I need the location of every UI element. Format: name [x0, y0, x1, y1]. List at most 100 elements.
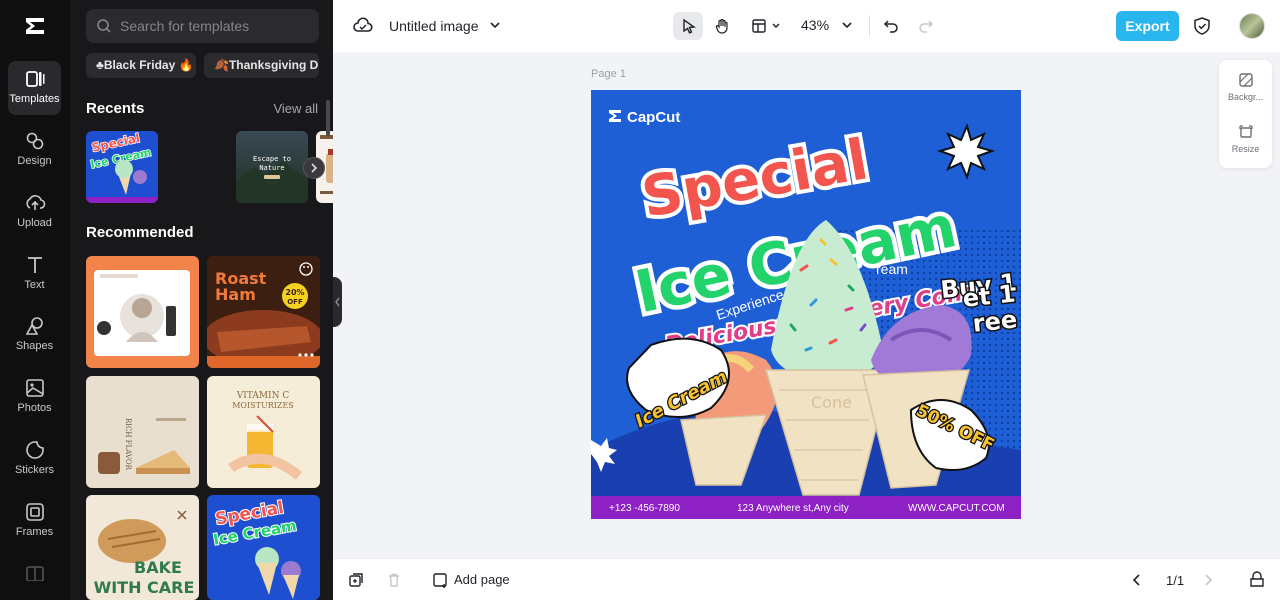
poster-offer-line-3: ree — [971, 305, 1018, 337]
zoom-level[interactable]: 43% — [801, 17, 829, 33]
recent-thumb-ice-cream[interactable]: Special Ice Cream — [86, 131, 158, 203]
left-rail: Templates Design Upload Text Shapes Phot… — [0, 0, 70, 600]
redo-icon[interactable] — [917, 17, 934, 34]
rail-label: Upload — [17, 217, 52, 229]
recommended-title: Recommended — [86, 224, 194, 241]
chevron-down-icon — [772, 23, 780, 28]
hand-tool-button[interactable] — [707, 12, 737, 40]
recommended-thumb-vitamin-c[interactable]: VITAMIN C MOISTURIZES — [207, 376, 320, 488]
page-indicator: 1/1 — [1166, 573, 1185, 588]
toolbar-divider — [869, 15, 870, 37]
poster-footer-phone: +123 -456-7890 — [609, 503, 680, 514]
more-tools-icon[interactable] — [25, 565, 45, 581]
select-tool-button[interactable] — [673, 12, 703, 40]
svg-text:Escape to: Escape to — [253, 155, 291, 163]
chip-thanksgiving[interactable]: 🍂Thanksgiving D — [204, 53, 319, 78]
export-button[interactable]: Export — [1116, 11, 1179, 41]
chevron-right-icon — [311, 163, 318, 173]
photos-icon — [25, 379, 44, 397]
search-icon — [97, 19, 111, 33]
undo-icon[interactable] — [883, 17, 900, 34]
svg-text:WITH CARE: WITH CARE — [94, 578, 195, 597]
poster-graphic: CapCut Special Ice Cream Deliciousness E… — [591, 90, 1021, 519]
next-page-icon[interactable] — [1202, 573, 1214, 587]
background-tool-button[interactable]: Backgr... — [1219, 72, 1272, 102]
side-tool-label: Resize — [1231, 144, 1260, 154]
rail-label: Frames — [15, 526, 54, 538]
svg-text:RICH FLAVOR: RICH FLAVOR — [124, 418, 132, 471]
background-icon — [1238, 73, 1253, 87]
templates-icon — [25, 71, 44, 87]
side-tools-panel: Backgr... Resize — [1219, 60, 1272, 168]
document-title[interactable]: Untitled image — [389, 18, 479, 34]
page-label: Page 1 — [591, 68, 626, 80]
view-all-link[interactable]: View all — [273, 101, 318, 116]
svg-text:VITAMIN C: VITAMIN C — [236, 391, 290, 401]
more-options-icon[interactable] — [297, 350, 315, 360]
side-tool-label: Backgr... — [1227, 92, 1263, 102]
svg-text:MOISTURIZES: MOISTURIZES — [232, 401, 294, 410]
rail-item-design[interactable]: Design — [8, 123, 61, 177]
template-search[interactable] — [86, 9, 319, 43]
upload-icon — [25, 195, 45, 210]
design-icon — [26, 132, 43, 150]
panel-collapse-handle[interactable] — [333, 277, 342, 327]
rail-label: Design — [17, 155, 52, 167]
add-page-button[interactable]: Add page — [454, 572, 510, 587]
design-artboard[interactable]: CapCut Special Ice Cream Deliciousness E… — [591, 90, 1021, 519]
chevron-down-icon[interactable] — [489, 20, 501, 30]
poster-footer-address: 123 Anywhere st,Any city — [737, 503, 849, 514]
trash-icon[interactable] — [386, 572, 402, 588]
bottom-toolbar: Add page 1/1 — [333, 558, 1280, 600]
zoom-chevron-down-icon[interactable] — [841, 21, 853, 31]
resize-icon — [1238, 125, 1253, 138]
poster-brand: CapCut — [627, 109, 680, 126]
recommended-thumb-roast-ham[interactable]: Roast Ham 20% OFF — [207, 256, 320, 368]
rail-item-stickers[interactable]: Stickers — [8, 432, 61, 486]
layout-icon — [752, 19, 766, 33]
rail-label: Stickers — [14, 464, 55, 476]
recents-next-button[interactable] — [303, 157, 325, 179]
recommended-thumb-special-ice-cream[interactable]: Special Ice Cream — [207, 495, 320, 600]
layout-tool-button[interactable] — [747, 12, 787, 40]
svg-text:OFF: OFF — [287, 298, 303, 306]
shield-icon[interactable] — [1193, 16, 1211, 36]
chip-black-friday[interactable]: ♣Black Friday 🔥 — [86, 53, 196, 78]
recommended-thumb-rich-flavor[interactable]: RICH FLAVOR — [86, 376, 199, 488]
rail-item-text[interactable]: Text — [8, 247, 61, 301]
rail-label: Templates — [9, 93, 60, 105]
text-icon — [27, 257, 42, 273]
palette-icon[interactable] — [299, 262, 313, 276]
poster-subtag-2: ream — [876, 261, 908, 277]
recommended-thumb-skincare[interactable] — [86, 256, 199, 368]
templates-panel: ♣Black Friday 🔥 🍂Thanksgiving D Recents … — [70, 0, 333, 600]
recent-thumb-escape[interactable]: Escape to Nature — [236, 131, 308, 203]
hand-icon — [715, 18, 728, 34]
panel-scrollbar[interactable] — [326, 100, 330, 136]
duplicate-page-icon[interactable] — [348, 572, 364, 588]
resize-tool-button[interactable]: Resize — [1219, 124, 1272, 154]
svg-text:Nature: Nature — [259, 164, 284, 172]
previous-page-icon[interactable] — [1131, 573, 1143, 587]
frames-icon — [25, 503, 44, 521]
cloud-save-icon[interactable] — [353, 16, 373, 36]
chevron-left-icon — [335, 297, 340, 307]
rail-item-photos[interactable]: Photos — [8, 370, 61, 424]
rail-label: Photos — [17, 402, 52, 414]
rail-item-shapes[interactable]: Shapes — [8, 308, 61, 362]
rail-item-upload[interactable]: Upload — [8, 185, 61, 239]
poster-cone-text: Cone — [811, 393, 852, 412]
pages-view-icon[interactable] — [1248, 571, 1266, 589]
recommended-thumb-bake[interactable]: BAKE WITH CARE — [86, 495, 199, 600]
top-toolbar: Untitled image 43% Export — [333, 0, 1280, 52]
svg-text:Ham: Ham — [215, 285, 256, 304]
user-avatar[interactable] — [1239, 13, 1265, 39]
search-input[interactable] — [120, 16, 310, 36]
stickers-icon — [25, 441, 44, 459]
rail-item-templates[interactable]: Templates — [8, 61, 61, 115]
capcut-logo-icon[interactable] — [21, 12, 49, 40]
rail-item-frames[interactable]: Frames — [8, 494, 61, 548]
add-page-icon[interactable] — [432, 572, 449, 589]
svg-text:20%: 20% — [285, 288, 304, 297]
svg-text:BAKE: BAKE — [134, 558, 182, 577]
